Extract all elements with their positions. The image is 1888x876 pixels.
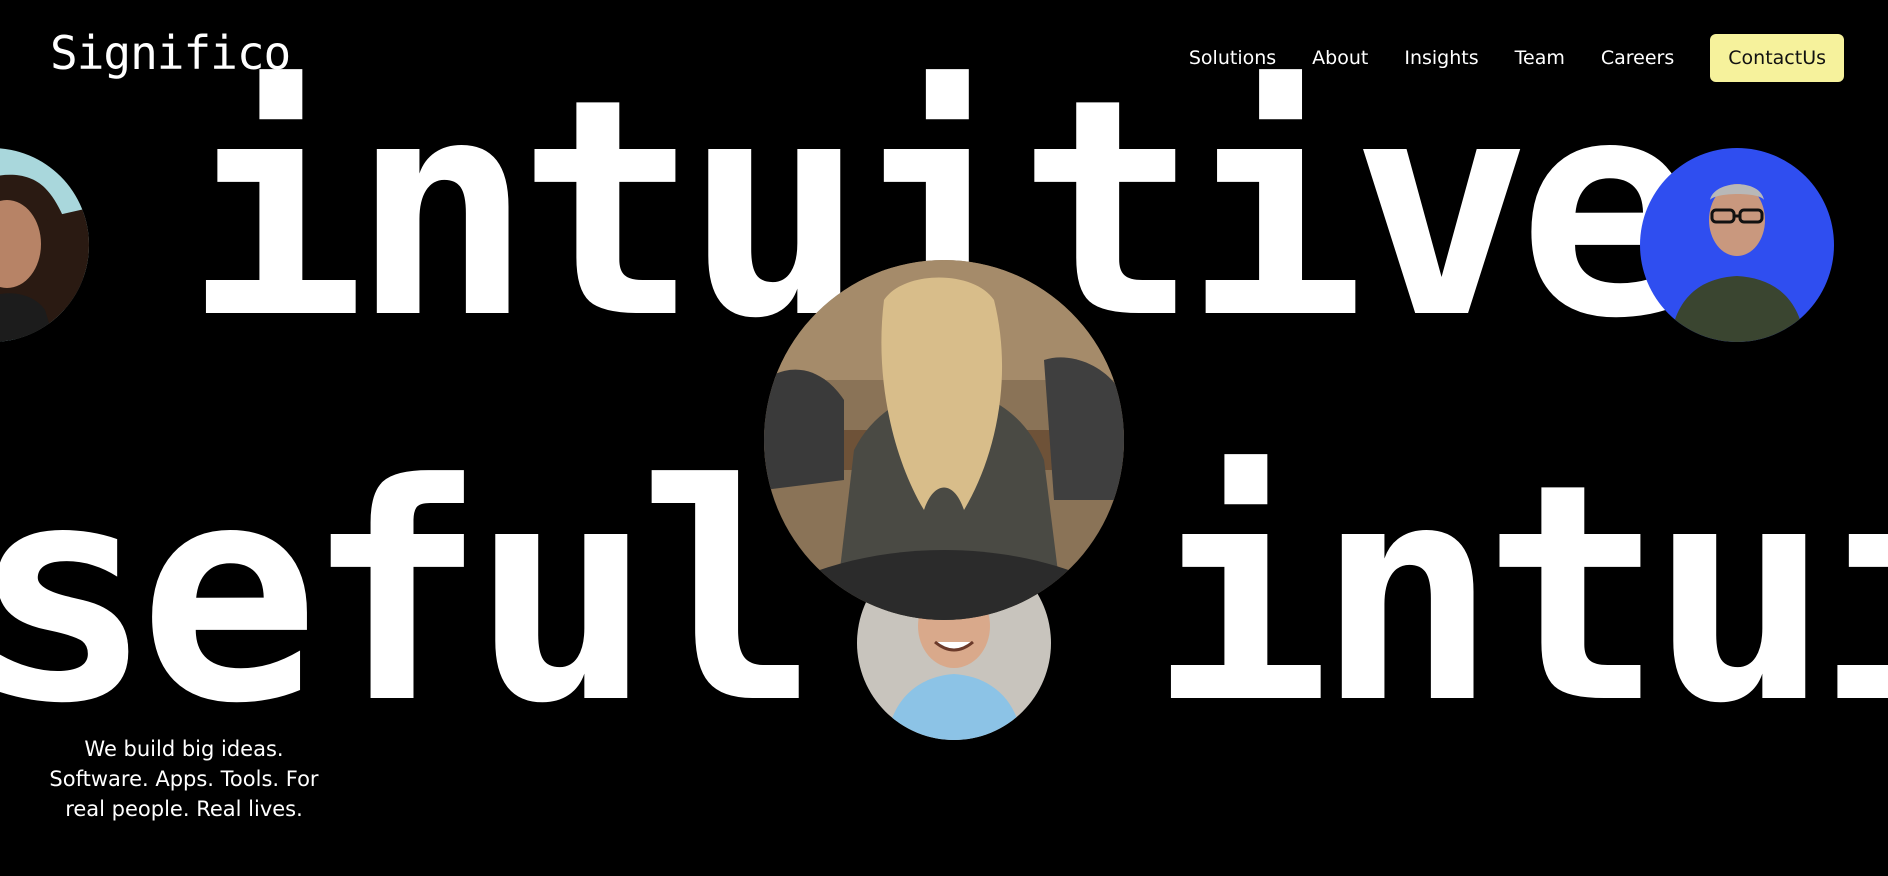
hero-word-intui: intui (1150, 420, 1888, 769)
nav-careers[interactable]: Careers (1601, 34, 1674, 82)
nav-about[interactable]: About (1312, 34, 1368, 82)
main-nav: Solutions About Insights Team Careers Co… (1189, 34, 1844, 82)
nav-team[interactable]: Team (1515, 34, 1565, 82)
nav-solutions[interactable]: Solutions (1189, 34, 1276, 82)
tagline: We build big ideas. Software. Apps. Tool… (44, 734, 324, 824)
portrait-man-right-image (1640, 148, 1834, 342)
tagline-line-2: Software. Apps. Tools. For (49, 767, 319, 791)
logo[interactable]: Significo (50, 26, 291, 80)
nav-insights[interactable]: Insights (1404, 34, 1478, 82)
contact-us-button[interactable]: ContactUs (1710, 34, 1844, 82)
portrait-woman-left (0, 148, 89, 342)
tagline-line-1: We build big ideas. (84, 737, 284, 761)
portrait-woman-left-image (0, 148, 89, 342)
tagline-line-3: real people. Real lives. (65, 797, 303, 821)
team-meeting-photo (764, 260, 1124, 620)
portrait-man-right (1640, 148, 1834, 342)
hero-word-seful: seful (0, 420, 819, 769)
hero-stage: Significo Solutions About Insights Team … (0, 0, 1888, 876)
team-meeting-photo-image (764, 260, 1124, 620)
